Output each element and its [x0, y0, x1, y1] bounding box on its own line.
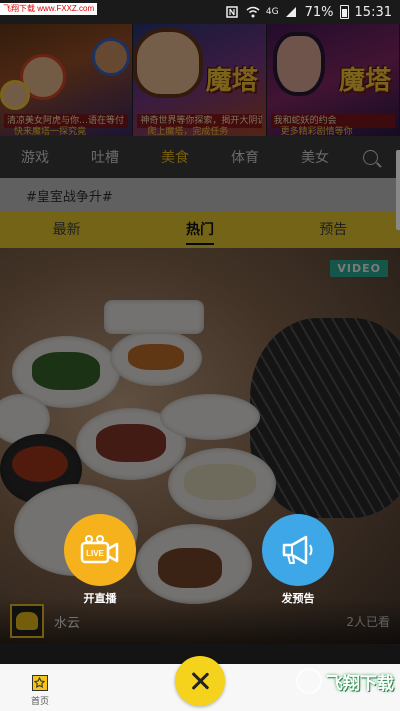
- watermark-logo-icon: [296, 668, 322, 694]
- plate-image: [104, 300, 204, 334]
- ad-caption-secondary: 爬上魔塔，完成任务: [147, 127, 229, 136]
- wifi-icon: [246, 6, 260, 18]
- ad-character-image: [133, 28, 204, 98]
- category-nav: 游戏 吐槽 美食 体育 美女: [0, 136, 400, 178]
- live-camera-icon: LIVE: [80, 535, 119, 564]
- video-card[interactable]: VIDEO 水云 2人已看: [0, 248, 400, 644]
- avatar[interactable]: [10, 604, 44, 638]
- category-tab-sports[interactable]: 体育: [210, 147, 280, 167]
- tab-preview[interactable]: 预告: [267, 212, 400, 248]
- go-live-button[interactable]: LIVE: [64, 514, 136, 586]
- home-icon: [32, 675, 48, 691]
- go-live-label: 开直播: [83, 592, 117, 605]
- network-type: 4G: [265, 7, 279, 17]
- watermark-bottom: 飞翔下载: [296, 668, 394, 694]
- category-tab-beauty[interactable]: 美女: [280, 147, 350, 167]
- tab-latest[interactable]: 最新: [0, 212, 133, 248]
- food-image: [128, 344, 184, 370]
- go-live-action[interactable]: LIVE 开直播: [64, 514, 136, 606]
- viewer-count: 2人已看: [346, 614, 390, 629]
- edge-panel-handle[interactable]: [396, 150, 400, 230]
- watermark-text: 飞翔下载: [326, 673, 394, 694]
- close-button[interactable]: [175, 656, 225, 706]
- food-image: [12, 446, 68, 482]
- category-tab-food[interactable]: 美食: [140, 147, 210, 167]
- ad-character-image: [272, 32, 325, 96]
- close-icon: [190, 671, 210, 691]
- live-icon-text: LIVE: [86, 549, 104, 558]
- search-button[interactable]: [350, 149, 390, 165]
- ad-caption-secondary: 更多精彩剧情等你: [280, 127, 353, 136]
- food-image: [32, 352, 100, 390]
- battery-icon: [339, 5, 349, 19]
- publish-preview-button[interactable]: [262, 514, 334, 586]
- plate-image: [160, 394, 260, 440]
- category-tab-rant[interactable]: 吐槽: [70, 147, 140, 167]
- ad-title: 魔塔: [338, 66, 391, 96]
- food-image: [96, 424, 166, 462]
- nav-home-label: 首页: [30, 697, 49, 707]
- category-tab-games[interactable]: 游戏: [0, 147, 70, 167]
- battery-percent: 71%: [304, 4, 334, 20]
- sub-tabs: 最新 热门 预告: [0, 212, 400, 248]
- nav-home[interactable]: 首页: [0, 675, 80, 707]
- video-badge: VIDEO: [330, 260, 388, 277]
- status-bar: 飞翔下载 www.FXXZ.com 4G 71% 15:31: [0, 0, 400, 24]
- signal-icon: [285, 6, 299, 18]
- topic-tag[interactable]: #皇室战争升#: [26, 186, 113, 205]
- food-image: [158, 548, 222, 588]
- banner-ad-3[interactable]: 魔塔 我和蛇妖的约会 更多精彩剧情等你: [266, 24, 400, 136]
- food-image: [184, 464, 256, 500]
- publish-preview-action[interactable]: 发预告: [262, 514, 334, 606]
- ad-caption-secondary: 快来魔塔一探究竟: [14, 127, 87, 136]
- banner-ad-1[interactable]: 清凉美女阿虎与你…语在等付 快来魔塔一探究竟: [0, 24, 134, 136]
- ad-title: 魔塔: [205, 66, 258, 96]
- author-name[interactable]: 水云: [54, 612, 80, 631]
- clock: 15:31: [354, 4, 392, 20]
- megaphone-icon: [282, 535, 313, 565]
- status-icons: 4G 71% 15:31: [226, 5, 392, 20]
- publish-preview-label: 发预告: [281, 592, 315, 605]
- card-footer: 水云 2人已看: [0, 598, 400, 644]
- topic-row: #皇室战争升#: [0, 178, 400, 212]
- search-icon: [362, 149, 378, 165]
- banner-ad-2[interactable]: 魔塔 神奇世界等你探索，揭开大阴谋 爬上魔塔，完成任务: [133, 24, 267, 136]
- game-ad-banner[interactable]: 清凉美女阿虎与你…语在等付 快来魔塔一探究竟 魔塔 神奇世界等你探索，揭开大阴谋…: [0, 24, 400, 136]
- watermark-top: 飞翔下载 www.FXXZ.com: [0, 3, 98, 15]
- ad-character-image: [92, 38, 130, 76]
- tab-hot[interactable]: 热门: [133, 212, 266, 248]
- nfc-icon: [226, 6, 240, 18]
- ad-character-image: [0, 80, 30, 110]
